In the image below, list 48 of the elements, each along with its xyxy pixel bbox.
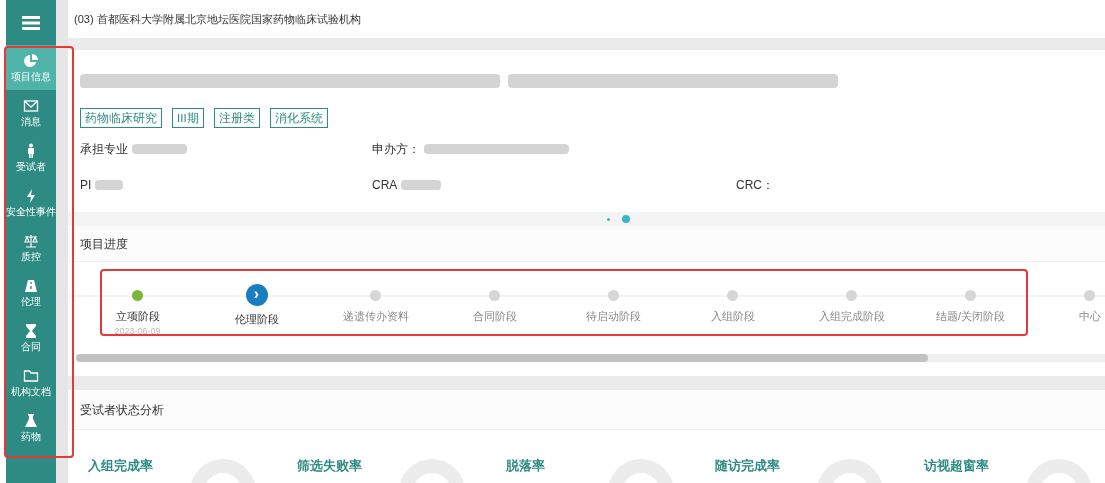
stage-label: 中心	[1078, 309, 1101, 324]
stage-current-marker: ›	[245, 284, 268, 306]
metric-label: 入组完成率	[88, 457, 154, 475]
scale-icon	[23, 232, 39, 249]
mail-icon	[23, 97, 39, 114]
sidebar-item[interactable]: 药物	[6, 405, 56, 450]
metric-label: 随访完成率	[715, 457, 781, 475]
stage-date: 2023-06-09	[114, 324, 161, 338]
metric-label: 访视超窗率	[924, 457, 990, 475]
project-tag: III期	[172, 108, 204, 128]
project-tag: 消化系统	[269, 108, 328, 128]
stage-label: 递遗传办资料	[342, 309, 409, 324]
stage-label: 伦理阶段	[234, 312, 279, 327]
stage-label: 待启动阶段	[586, 309, 641, 324]
menu-icon	[22, 15, 40, 30]
project-tag: 药物临床研究	[80, 108, 162, 128]
sidebar-item[interactable]: 受试者	[6, 135, 56, 180]
field-label: 申办方：	[372, 141, 420, 158]
stage-label: 合同阶段	[472, 309, 517, 324]
blurred-text	[401, 180, 442, 190]
folder-icon	[23, 367, 39, 384]
hourglass-icon	[23, 322, 39, 339]
field-label: 承担专业	[80, 141, 128, 158]
sidebar-item[interactable]: 质控	[6, 225, 56, 270]
blurred-text	[132, 144, 187, 154]
project-tag: 注册类	[213, 108, 260, 128]
sidebar-item[interactable]: 合同	[6, 315, 56, 360]
field-label: CRC：	[736, 178, 774, 192]
stage-label: 立项阶段	[115, 309, 160, 324]
metric-label: 脱落率	[506, 457, 546, 475]
sidebar-item[interactable]: 项目信息	[6, 45, 56, 90]
sidebar-item[interactable]: 消息	[6, 90, 56, 135]
stage-label: 入组完成阶段	[818, 309, 885, 324]
metric-label: 筛选失败率	[297, 457, 363, 475]
stage-label: 结题/关闭阶段	[935, 309, 1006, 324]
stage-label: 入组阶段	[710, 309, 755, 324]
road-icon	[23, 277, 39, 294]
field-label: PI	[80, 177, 92, 194]
header-title: (03) 首都医科大学附属北京地坛医院国家药物临床试验机构	[74, 11, 361, 27]
blurred-text	[95, 180, 124, 190]
section-title: 项目进度	[80, 235, 128, 253]
sidebar-item[interactable]: 伦理	[6, 270, 56, 315]
sidebar-item[interactable]: 安全性事件	[6, 180, 56, 225]
sidebar-item[interactable]: 机构文档	[6, 360, 56, 405]
flask-icon	[23, 412, 39, 429]
field-label: CRA	[372, 177, 398, 194]
pie-chart-icon	[23, 52, 39, 69]
section-title: 受试者状态分析	[80, 401, 164, 419]
